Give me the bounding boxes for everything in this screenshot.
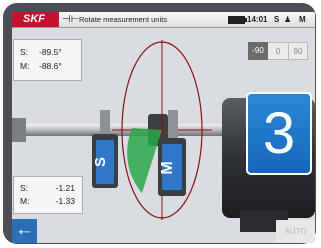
status-bar: SKF ⊣⊢ Rotate measurement units 14:01 S … — [12, 12, 315, 28]
skf-logo: SKF — [12, 12, 56, 27]
m-angle-value: -88.6° — [39, 61, 62, 71]
coupling-icon: ⊣⊢ — [62, 14, 80, 25]
m-angle-row: M: -88.6° — [14, 60, 81, 72]
page-title: Rotate measurement units — [79, 15, 167, 24]
angle-readout: S: -89.5° M: -88.6° — [13, 39, 82, 81]
pump-body — [12, 118, 26, 142]
s-angle-key: S: — [20, 47, 29, 57]
s-angle-row: S: -89.5° — [14, 46, 81, 58]
angle-button-0[interactable]: 0 — [268, 42, 288, 60]
back-arrow-icon[interactable]: ← — [12, 219, 37, 243]
s-angle-value: -89.5° — [39, 47, 62, 57]
angle-selector: -90 0 90 — [248, 42, 308, 60]
sensor-s-indicator: S — [274, 15, 280, 24]
battery-icon — [228, 16, 247, 24]
m-offset-value: -1.33 — [55, 196, 75, 206]
step-indicator: 3 — [246, 92, 312, 175]
s-offset-row: S: -1.21 — [14, 182, 81, 194]
angle-button-minus-90[interactable]: -90 — [248, 42, 268, 60]
m-unit-label: M — [159, 161, 176, 174]
s-offset-key: S: — [20, 183, 29, 193]
person-icon: ♟ — [284, 15, 292, 24]
auto-button[interactable]: AUTO — [276, 220, 315, 243]
clock: 14:01 — [247, 15, 268, 24]
sensor-m-indicator: M — [299, 15, 306, 24]
m-angle-key: M: — [20, 61, 30, 71]
angle-button-90[interactable]: 90 — [288, 42, 308, 60]
s-unit-label: S — [92, 157, 109, 167]
offset-readout: S: -1.21 M: -1.33 — [13, 176, 83, 214]
device-frame: SKF ⊣⊢ Rotate measurement units 14:01 S … — [3, 3, 316, 244]
m-offset-key: M: — [20, 196, 30, 206]
logo-separator — [56, 12, 59, 27]
screen: SKF ⊣⊢ Rotate measurement units 14:01 S … — [12, 12, 315, 243]
s-offset-value: -1.21 — [55, 183, 75, 193]
m-offset-row: M: -1.33 — [14, 195, 81, 207]
